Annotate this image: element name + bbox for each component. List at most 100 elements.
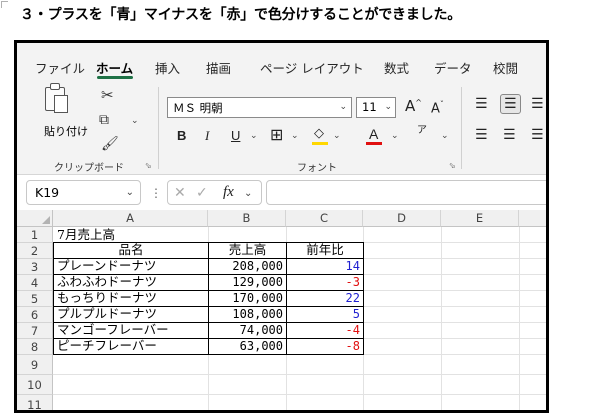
row-header-7[interactable]: 7 — [17, 323, 53, 339]
font-group-label: フォント — [297, 163, 337, 174]
table-cell-name[interactable]: マンゴーフレーバー — [57, 322, 169, 338]
font-color-chevron-down-icon[interactable]: ⌄ — [391, 131, 399, 141]
underline-chevron-down-icon[interactable]: ⌄ — [250, 131, 258, 141]
copy-chevron-down-icon[interactable]: ⌄ — [131, 116, 139, 126]
shrink-font-button[interactable]: Aˇ — [431, 101, 444, 116]
name-box[interactable]: K19 ⌄ — [26, 180, 141, 205]
italic-button[interactable]: I — [205, 129, 209, 142]
tab-review[interactable]: 校閲 — [493, 58, 518, 77]
sheet-title-cell[interactable]: 7月売上高 — [57, 227, 115, 243]
tab-file[interactable]: ファイル — [35, 58, 85, 77]
underline-button[interactable]: U — [231, 129, 240, 142]
clipboard-group-label: クリップボード — [54, 163, 124, 174]
formula-input[interactable] — [266, 180, 546, 205]
row-header-11[interactable]: 11 — [17, 395, 53, 410]
table-cell-yoy[interactable]: -4 — [287, 322, 360, 338]
table-cell-yoy[interactable]: 5 — [287, 306, 360, 322]
paste-sheet-icon — [54, 95, 68, 113]
name-box-value: K19 — [35, 185, 60, 200]
row-header-3[interactable]: 3 — [17, 259, 53, 275]
borders-icon[interactable]: ⊞ — [270, 127, 283, 143]
page-corner-mark — [1, 1, 8, 8]
phonetic-chevron-down-icon[interactable]: ⌄ — [441, 131, 449, 141]
chevron-down-icon: ⌄ — [125, 187, 134, 198]
row-header-4[interactable]: 4 — [17, 275, 53, 291]
fill-color-icon[interactable]: ◇ — [314, 127, 324, 140]
table-cell-name[interactable]: ピーチフレーバー — [57, 338, 157, 354]
row-header-2[interactable]: 2 — [17, 243, 53, 259]
header-cell-sales[interactable]: 売上高 — [209, 242, 286, 258]
chevron-down-icon[interactable]: ⌄ — [244, 188, 252, 199]
header-cell-name[interactable]: 品名 — [54, 242, 208, 258]
align-left-icon[interactable]: ☰ — [475, 128, 488, 142]
table-cell-sales[interactable]: 63,000 — [209, 338, 283, 354]
table-cell-yoy[interactable]: 22 — [287, 290, 360, 306]
align-right-icon[interactable]: ☰ — [531, 128, 544, 142]
copy-icon[interactable]: ⧉ — [99, 113, 109, 127]
table-cell-name[interactable]: プルプルドーナツ — [57, 306, 157, 322]
phonetic-icon[interactable]: ア — [417, 126, 427, 136]
enter-icon[interactable]: ✓ — [196, 186, 208, 200]
clipboard-launcher-icon[interactable]: ⬂ — [145, 161, 152, 170]
more-options-icon[interactable]: ⋮ — [150, 187, 162, 199]
table-cell-sales[interactable]: 170,000 — [209, 290, 283, 306]
select-all-button[interactable] — [17, 210, 53, 227]
formula-controls: ✕ ✓ fx ⌄ — [167, 180, 262, 205]
align-bottom-icon[interactable]: ☰ — [531, 97, 544, 111]
worksheet-grid: A B C D E 1 2 3 4 5 6 7 8 9 10 11 7月売上高 — [17, 210, 546, 410]
font-color-icon[interactable]: A — [369, 127, 378, 141]
table-cell-sales[interactable]: 108,000 — [209, 306, 283, 322]
tab-draw[interactable]: 描画 — [206, 58, 231, 77]
tab-page-layout[interactable]: ページ レイアウト — [260, 58, 364, 77]
column-header-b[interactable]: B — [208, 210, 286, 227]
font-size-select[interactable]: 11 ⌄ — [356, 97, 396, 118]
row-header-10[interactable]: 10 — [17, 375, 53, 395]
table-cell-yoy[interactable]: -3 — [287, 274, 360, 290]
fill-chevron-down-icon[interactable]: ⌄ — [333, 131, 341, 141]
borders-chevron-down-icon[interactable]: ⌄ — [291, 131, 299, 141]
row-header-6[interactable]: 6 — [17, 307, 53, 323]
table-cell-sales[interactable]: 208,000 — [209, 258, 283, 274]
table-cell-sales[interactable]: 129,000 — [209, 274, 283, 290]
font-name-value: ＭＳ 明朝 — [173, 101, 223, 115]
table-cell-sales[interactable]: 74,000 — [209, 322, 283, 338]
cut-icon[interactable]: ✂ — [101, 88, 114, 103]
tab-data[interactable]: データ — [434, 58, 472, 77]
select-all-triangle-icon — [42, 216, 50, 224]
cancel-icon[interactable]: ✕ — [174, 186, 186, 200]
align-middle-icon[interactable]: ☰ — [500, 94, 521, 114]
row-header-5[interactable]: 5 — [17, 291, 53, 307]
align-top-icon[interactable]: ☰ — [475, 97, 488, 111]
table-cell-yoy[interactable]: 14 — [287, 258, 360, 274]
table-cell-name[interactable]: プレーンドーナツ — [57, 258, 156, 274]
bold-button[interactable]: B — [177, 129, 186, 142]
insert-function-button[interactable]: fx — [223, 185, 234, 200]
grow-font-button[interactable]: A^ — [405, 99, 422, 114]
header-cell-yoy[interactable]: 前年比 — [287, 242, 363, 258]
font-launcher-icon[interactable]: ⬂ — [449, 161, 456, 170]
row-header-9[interactable]: 9 — [17, 355, 53, 375]
gridline — [441, 227, 442, 410]
gridline — [53, 394, 546, 395]
column-header-a[interactable]: A — [53, 210, 208, 227]
table-cell-yoy[interactable]: -8 — [287, 338, 360, 354]
row-header-1[interactable]: 1 — [17, 227, 53, 243]
font-name-select[interactable]: ＭＳ 明朝 ⌄ — [167, 97, 352, 118]
align-center-icon[interactable]: ☰ — [503, 128, 516, 142]
column-header-c[interactable]: C — [286, 210, 363, 227]
column-header-d[interactable]: D — [363, 210, 441, 227]
formula-bar: K19 ⌄ ⋮ ✕ ✓ fx ⌄ — [17, 176, 546, 210]
row-header-8[interactable]: 8 — [17, 339, 53, 355]
excel-screenshot: ファイル ホーム 挿入 描画 ページ レイアウト 数式 データ 校閲 貼り付け … — [14, 40, 549, 413]
column-header-e[interactable]: E — [441, 210, 519, 227]
tab-home[interactable]: ホーム — [96, 58, 133, 77]
column-header-f[interactable] — [519, 210, 546, 227]
table-cell-name[interactable]: もっちりドーナツ — [57, 290, 157, 306]
gridline — [53, 374, 546, 375]
tab-formulas[interactable]: 数式 — [384, 58, 409, 77]
tab-insert[interactable]: 挿入 — [155, 58, 180, 77]
format-painter-icon[interactable]: 🖌 — [101, 137, 119, 151]
table-cell-name[interactable]: ふわふわドーナツ — [57, 274, 157, 290]
chevron-down-icon: ⌄ — [384, 102, 392, 112]
fill-color-swatch — [312, 142, 328, 145]
